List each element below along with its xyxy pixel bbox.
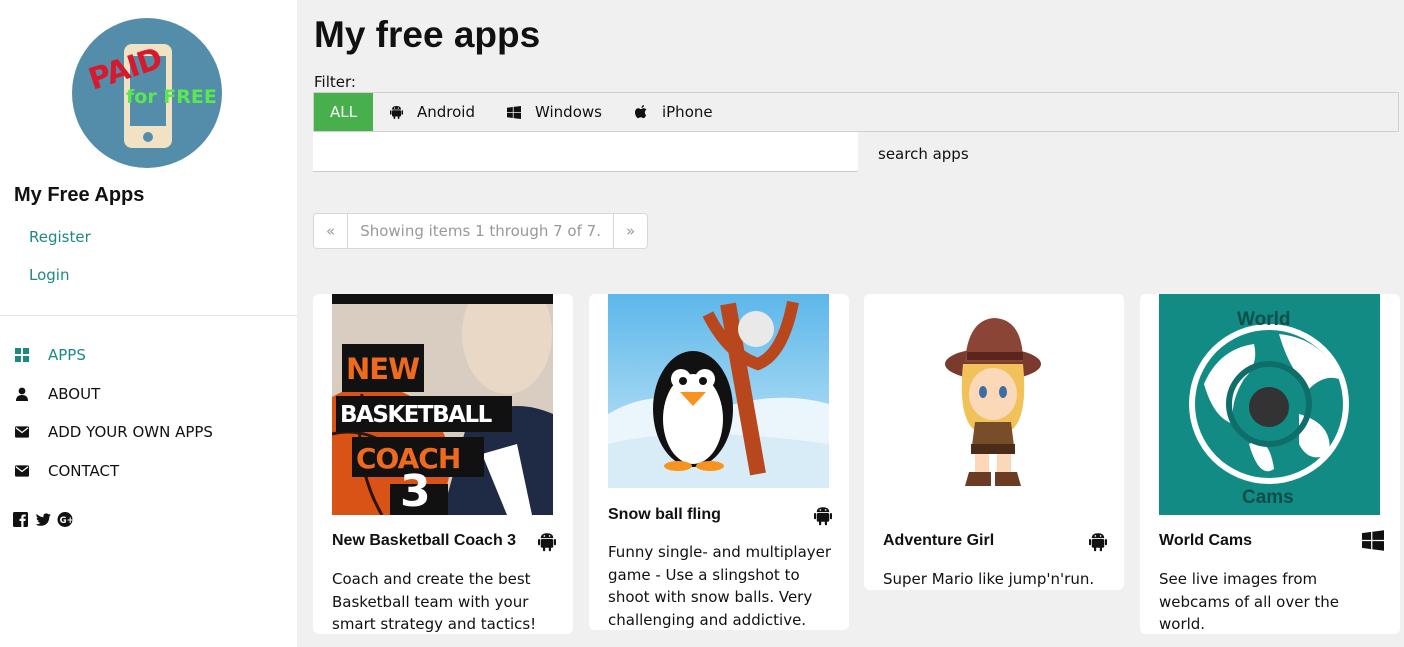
- nav-item-add-your-own-apps[interactable]: ADD YOUR OWN APPS: [15, 422, 213, 442]
- app-thumbnail[interactable]: World Cams: [1159, 294, 1380, 515]
- filter-iphone-button[interactable]: iPhone: [618, 93, 729, 131]
- nav-item-apps[interactable]: APPS: [15, 345, 86, 365]
- nav-item-about[interactable]: ABOUT: [15, 384, 100, 404]
- filter-all-button[interactable]: ALL: [314, 93, 373, 131]
- app-card-world-cams[interactable]: World Cams World Cams See live images fr…: [1140, 294, 1400, 634]
- app-card-snow-ball-fling[interactable]: Snow ball fling Funny single- and multip…: [589, 294, 849, 630]
- filter-label: Filter:: [314, 73, 356, 91]
- filter-label-android: Android: [417, 103, 475, 121]
- thumb-line-cams: Cams: [1242, 487, 1294, 508]
- windows-icon: [507, 105, 521, 119]
- grid-icon: [15, 348, 29, 362]
- app-description: Super Mario like jump'n'run.: [883, 570, 1095, 588]
- thumb-line-3: 3: [400, 466, 431, 515]
- platform-filter: ALL Android Windows iPhone: [313, 92, 1399, 132]
- nav-label: ABOUT: [48, 385, 101, 403]
- app-card-basketball-coach[interactable]: NEW BASKETBALL COACH 3 New Basketball Co…: [313, 294, 573, 634]
- pager-next-button[interactable]: »: [612, 214, 647, 248]
- app-description: See live images from webcams of all over…: [1159, 570, 1340, 633]
- sidebar: PAID for FREE My Free Apps Register Logi…: [0, 0, 297, 647]
- filter-label-all: ALL: [330, 103, 357, 121]
- search-apps-button[interactable]: search apps: [878, 145, 969, 163]
- page-title: My free apps: [314, 14, 541, 55]
- search-input[interactable]: [313, 132, 858, 172]
- sidebar-divider: [0, 315, 297, 316]
- login-link[interactable]: Login: [29, 266, 69, 284]
- nav-label: CONTACT: [48, 462, 120, 480]
- filter-windows-button[interactable]: Windows: [491, 93, 618, 131]
- nav-label: APPS: [48, 346, 86, 364]
- app-title[interactable]: Snow ball fling: [608, 506, 721, 524]
- android-icon: [389, 105, 403, 119]
- windows-icon: [1362, 530, 1384, 552]
- facebook-icon[interactable]: [13, 512, 28, 527]
- app-thumbnail[interactable]: NEW BASKETBALL COACH 3: [332, 294, 553, 515]
- filter-label-iphone: iPhone: [661, 103, 713, 121]
- nav-item-contact[interactable]: CONTACT: [15, 461, 119, 481]
- site-logo[interactable]: PAID for FREE: [72, 18, 222, 168]
- nav-label: ADD YOUR OWN APPS: [48, 423, 213, 441]
- svg-text:G+: G+: [60, 516, 73, 526]
- app-card-adventure-girl[interactable]: Adventure Girl Super Mario like jump'n'r…: [864, 294, 1124, 590]
- android-icon: [538, 531, 558, 553]
- android-icon: [1089, 531, 1109, 553]
- app-description: Funny single- and multiplayer game - Use…: [608, 543, 832, 629]
- thumb-line-basketball: BASKETBALL: [340, 402, 492, 428]
- logo-text-free: for FREE: [126, 86, 217, 108]
- pager-status: Showing items 1 through 7 of 7.: [347, 214, 613, 248]
- envelope-icon: [15, 425, 29, 439]
- pagination: « Showing items 1 through 7 of 7. »: [313, 213, 649, 249]
- thumb-line-new: NEW: [346, 352, 420, 386]
- pager-prev-button[interactable]: «: [314, 214, 347, 248]
- filter-android-button[interactable]: Android: [373, 93, 491, 131]
- user-icon: [15, 387, 29, 401]
- app-title[interactable]: World Cams: [1159, 532, 1252, 550]
- app-description: Coach and create the best Basketball tea…: [332, 570, 537, 633]
- envelope-icon: [15, 464, 29, 478]
- android-icon: [814, 505, 834, 527]
- thumb-line-world: World: [1237, 309, 1291, 330]
- app-title[interactable]: New Basketball Coach 3: [332, 532, 516, 550]
- app-thumbnail[interactable]: [883, 294, 1104, 515]
- apple-icon: [634, 105, 648, 119]
- register-link[interactable]: Register: [29, 228, 91, 246]
- site-title: My Free Apps: [14, 184, 145, 206]
- social-links: G+: [13, 512, 74, 527]
- google-plus-icon[interactable]: G+: [57, 512, 74, 527]
- app-thumbnail[interactable]: [608, 294, 829, 488]
- app-title[interactable]: Adventure Girl: [883, 532, 994, 550]
- filter-label-windows: Windows: [535, 103, 602, 121]
- twitter-icon[interactable]: [35, 512, 51, 527]
